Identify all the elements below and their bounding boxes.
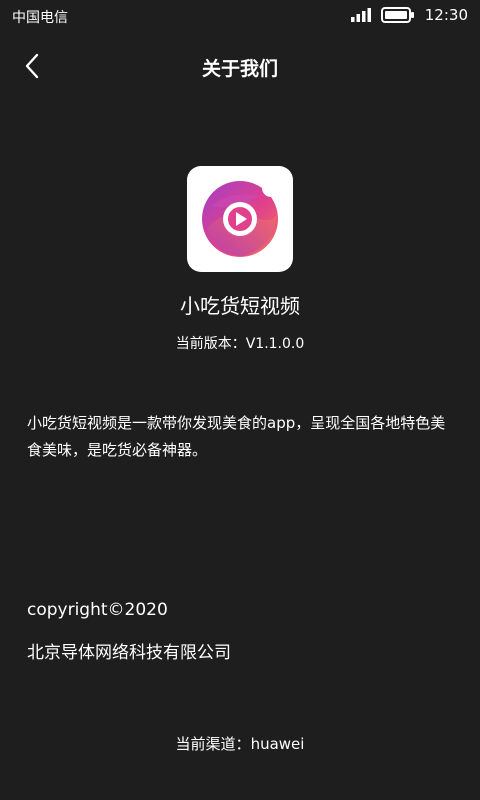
app-description: 小吃货短视频是一款带你发现美食的app，呈现全国各地特色美食美味，是吃货必备神器…	[27, 414, 446, 459]
battery-icon	[380, 7, 414, 23]
app-name: 小吃货短视频	[180, 294, 300, 318]
version-label: 当前版本：	[175, 336, 246, 352]
channel-row: 当前渠道：huawei	[0, 733, 480, 754]
status-bar: 中国电信 12:30	[0, 0, 480, 34]
page-title: 关于我们	[201, 58, 278, 80]
navigation-bar: 关于我们	[0, 34, 480, 98]
signal-icon	[350, 8, 371, 22]
copyright-text: copyright©2020	[27, 600, 168, 620]
version-row: 当前版本：V1.1.0.0	[0, 333, 480, 353]
company-name: 北京导体网络科技有限公司	[27, 643, 231, 663]
version-value: V1.1.0.0	[245, 336, 305, 352]
app-logo-play-icon	[202, 179, 285, 257]
carrier-label: 中国电信	[12, 10, 68, 26]
channel-label: 当前渠道：	[175, 735, 251, 753]
channel-value: huawei	[250, 735, 305, 753]
status-time: 12:30	[424, 6, 468, 24]
status-indicators: 12:30	[350, 6, 468, 24]
app-logo	[187, 166, 293, 272]
about-screen: 中国电信 12:30 关于我们 小吃货短视频 当前版本：V1.1.0.0 小吃货…	[0, 0, 480, 800]
